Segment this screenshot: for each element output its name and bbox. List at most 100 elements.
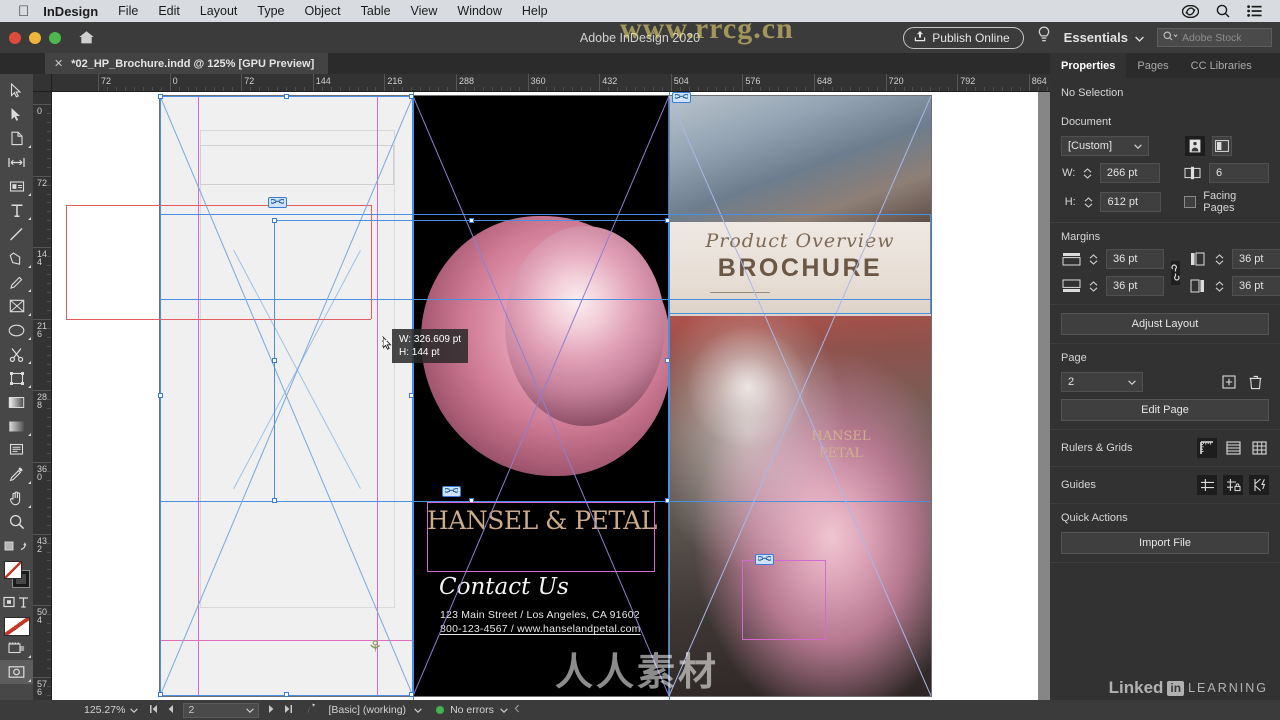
publish-online-button[interactable]: Publish Online bbox=[903, 26, 1024, 49]
last-page-icon[interactable] bbox=[284, 704, 293, 717]
zoom-tool[interactable] bbox=[0, 510, 33, 534]
horizontal-ruler[interactable]: 72 0 72 144 216 288 360 432 504 576 648 720 792 864 bbox=[52, 74, 1050, 92]
margin-bottom-stepper[interactable] bbox=[1088, 280, 1099, 292]
preview-mode[interactable] bbox=[0, 660, 33, 684]
search-icon[interactable] bbox=[1216, 4, 1230, 18]
page-field[interactable]: 2 bbox=[183, 702, 260, 718]
zoom-control[interactable]: 125.27% bbox=[84, 704, 139, 716]
logo-frame-page2[interactable] bbox=[427, 502, 655, 572]
height-stepper[interactable] bbox=[1083, 196, 1094, 208]
selection-handle[interactable] bbox=[272, 358, 277, 363]
facing-pages-row[interactable]: Facing Pages bbox=[1184, 190, 1269, 214]
menu-edit[interactable]: Edit bbox=[158, 4, 180, 18]
line-tool[interactable] bbox=[0, 222, 33, 246]
height-field[interactable]: 612 pt bbox=[1100, 192, 1162, 212]
margin-bottom-field[interactable]: 36 pt bbox=[1106, 276, 1164, 296]
logo-frame-page3[interactable] bbox=[742, 560, 826, 640]
width-stepper[interactable] bbox=[1082, 167, 1093, 179]
import-file-button[interactable]: Import File bbox=[1061, 532, 1269, 554]
selection-handle[interactable] bbox=[409, 94, 414, 99]
menu-object[interactable]: Object bbox=[305, 4, 341, 18]
formatting-affects-row[interactable] bbox=[0, 590, 33, 614]
vertical-ruler[interactable]: 0 72 144 216 288 360 432 504 576 bbox=[33, 92, 52, 700]
page-tool[interactable] bbox=[0, 126, 33, 150]
selection-handle[interactable] bbox=[158, 692, 163, 697]
preflight-control[interactable]: [Basic] (working) bbox=[307, 703, 422, 718]
smart-guides-icon[interactable] bbox=[1249, 475, 1269, 495]
menu-view[interactable]: View bbox=[411, 4, 438, 18]
lightbulb-icon[interactable] bbox=[1037, 26, 1051, 49]
pen-tool[interactable] bbox=[0, 246, 33, 270]
width-field[interactable]: 266 pt bbox=[1099, 163, 1160, 183]
maximize-window-button[interactable] bbox=[49, 31, 61, 44]
apple-icon[interactable]:  bbox=[18, 4, 29, 19]
add-page-icon[interactable] bbox=[1219, 372, 1239, 392]
link-badge-icon[interactable] bbox=[442, 486, 461, 497]
apply-none-swatch[interactable] bbox=[3, 617, 30, 636]
orientation-portrait-icon[interactable] bbox=[1185, 136, 1205, 156]
selection-handle[interactable] bbox=[468, 218, 474, 223]
fill-swatch[interactable] bbox=[4, 561, 22, 579]
show-rulers-icon[interactable] bbox=[1197, 438, 1217, 458]
delete-page-icon[interactable] bbox=[1245, 372, 1265, 392]
selection-handle[interactable] bbox=[272, 218, 277, 223]
document-preset-dropdown[interactable]: [Custom] bbox=[1061, 136, 1149, 156]
adjust-layout-button[interactable]: Adjust Layout bbox=[1061, 313, 1269, 335]
link-badge-icon[interactable] bbox=[672, 92, 691, 103]
edit-page-button[interactable]: Edit Page bbox=[1061, 399, 1269, 421]
close-window-button[interactable] bbox=[9, 31, 21, 44]
collapse-icon[interactable] bbox=[514, 704, 520, 716]
content-collector-tool[interactable] bbox=[0, 174, 33, 198]
selection-handle[interactable] bbox=[409, 692, 414, 697]
baseline-grid-icon[interactable] bbox=[1223, 438, 1243, 458]
chevron-down-icon[interactable] bbox=[130, 704, 139, 716]
pencil-tool[interactable] bbox=[0, 270, 33, 294]
document-canvas[interactable]: HANSEL & PETAL Contact Us 123 Main Stree… bbox=[52, 92, 1050, 700]
close-icon[interactable]: ✕ bbox=[54, 57, 63, 70]
title-frame-page3[interactable] bbox=[669, 214, 931, 314]
menu-layout[interactable]: Layout bbox=[200, 4, 238, 18]
selection-handle[interactable] bbox=[283, 692, 289, 697]
home-icon[interactable] bbox=[78, 30, 95, 45]
selection-handle[interactable] bbox=[665, 498, 670, 503]
menu-app-name[interactable]: InDesign bbox=[43, 4, 98, 19]
ruler-origin[interactable] bbox=[33, 74, 52, 92]
chevron-down-icon[interactable] bbox=[500, 704, 508, 716]
scissors-tool[interactable] bbox=[0, 342, 33, 366]
eyedropper-tool[interactable] bbox=[0, 462, 33, 486]
rectangle-frame-tool[interactable] bbox=[0, 294, 33, 318]
error-status[interactable]: No errors bbox=[436, 704, 520, 716]
menu-type[interactable]: Type bbox=[257, 4, 284, 18]
link-margins-icon[interactable] bbox=[1171, 260, 1180, 285]
page-number-dropdown[interactable]: 2 bbox=[1061, 372, 1143, 392]
adobe-stock-search[interactable]: Adobe Stock bbox=[1157, 28, 1272, 47]
pages-count-field[interactable]: 6 bbox=[1209, 163, 1269, 183]
free-transform-tool[interactable] bbox=[0, 366, 33, 390]
margin-left-stepper[interactable] bbox=[1214, 253, 1225, 265]
facing-pages-checkbox[interactable] bbox=[1184, 196, 1197, 208]
selection-tool[interactable] bbox=[0, 78, 33, 102]
screen-mode-normal[interactable] bbox=[0, 636, 33, 660]
tab-properties[interactable]: Properties bbox=[1050, 53, 1127, 78]
selection-handle[interactable] bbox=[158, 94, 163, 99]
link-badge-icon[interactable] bbox=[755, 554, 774, 565]
chevron-down-icon[interactable] bbox=[414, 704, 422, 716]
minimize-window-button[interactable] bbox=[29, 31, 41, 44]
previous-page-icon[interactable] bbox=[167, 704, 174, 717]
hand-tool[interactable] bbox=[0, 486, 33, 510]
margin-right-stepper[interactable] bbox=[1214, 280, 1225, 292]
margin-top-field[interactable]: 36 pt bbox=[1106, 249, 1164, 269]
type-tool[interactable] bbox=[0, 198, 33, 222]
fill-stroke-swatch[interactable] bbox=[0, 560, 33, 590]
selection-handle[interactable] bbox=[665, 358, 670, 363]
note-tool[interactable] bbox=[0, 438, 33, 462]
selection-handle[interactable] bbox=[283, 94, 289, 99]
margin-right-field[interactable]: 36 pt bbox=[1232, 276, 1280, 296]
orientation-landscape-icon[interactable] bbox=[1212, 136, 1232, 156]
gap-tool[interactable] bbox=[0, 150, 33, 174]
menu-help[interactable]: Help bbox=[522, 4, 548, 18]
selection-handle[interactable] bbox=[158, 393, 163, 398]
tab-cc-libraries[interactable]: CC Libraries bbox=[1180, 53, 1263, 78]
next-page-icon[interactable] bbox=[268, 704, 275, 717]
first-page-icon[interactable] bbox=[149, 704, 158, 717]
